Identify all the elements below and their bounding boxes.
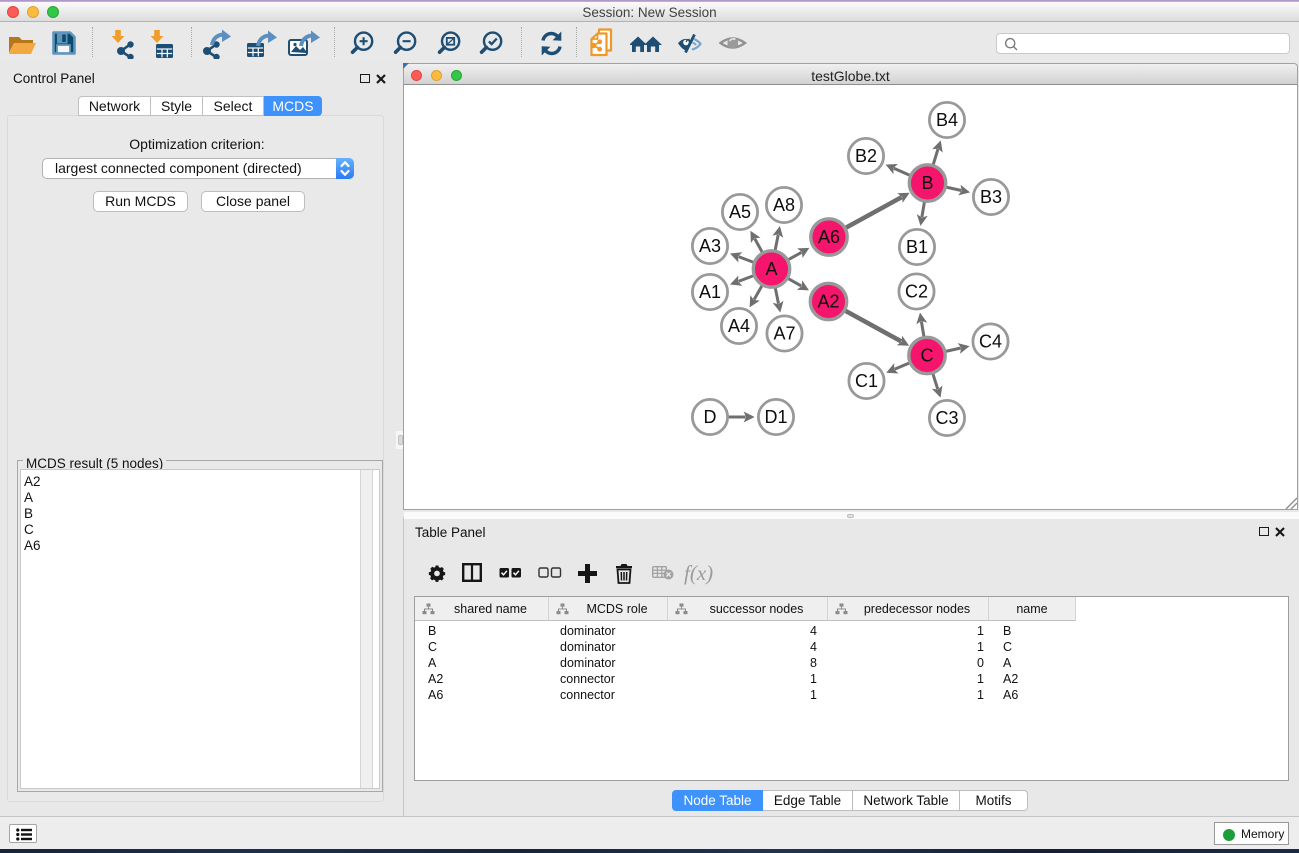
- svg-text:D: D: [704, 407, 717, 427]
- svg-text:A2: A2: [817, 292, 839, 312]
- svg-text:C2: C2: [905, 282, 928, 302]
- svg-text:A6: A6: [818, 227, 840, 247]
- svg-text:B4: B4: [936, 110, 958, 130]
- svg-text:C: C: [921, 346, 934, 366]
- svg-text:B: B: [921, 173, 933, 193]
- svg-text:A7: A7: [773, 324, 795, 344]
- svg-text:A5: A5: [729, 202, 751, 222]
- svg-text:A1: A1: [699, 282, 721, 302]
- svg-text:C3: C3: [935, 408, 958, 428]
- svg-text:D1: D1: [764, 407, 787, 427]
- svg-text:B3: B3: [980, 187, 1002, 207]
- svg-text:C1: C1: [855, 371, 878, 391]
- svg-text:A3: A3: [699, 236, 721, 256]
- svg-text:A4: A4: [728, 316, 750, 336]
- svg-text:B2: B2: [855, 146, 877, 166]
- svg-text:A: A: [765, 259, 777, 279]
- svg-text:A8: A8: [773, 195, 795, 215]
- svg-text:B1: B1: [906, 237, 928, 257]
- svg-text:C4: C4: [979, 332, 1002, 352]
